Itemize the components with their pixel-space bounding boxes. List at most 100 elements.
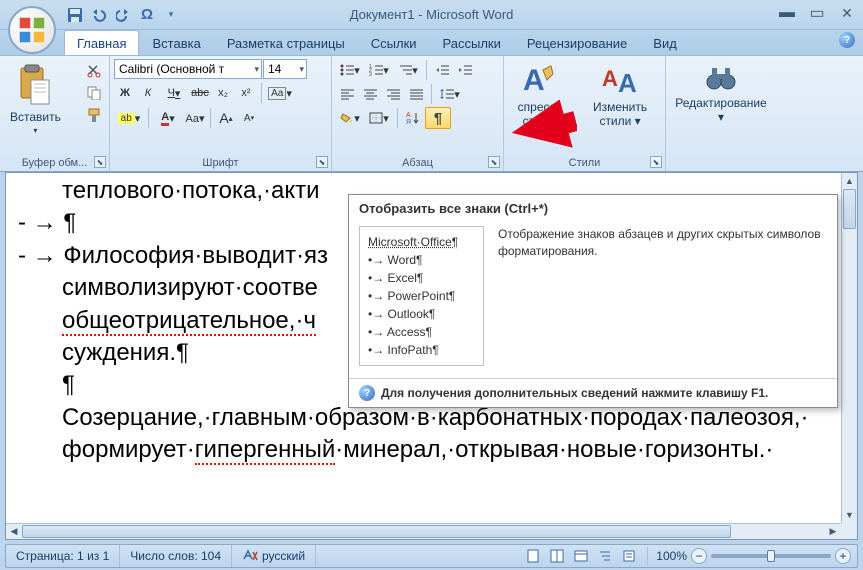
qat-customize[interactable]: ▾ [160,4,182,26]
borders-button[interactable]: ▾ [365,107,393,129]
font-color-button[interactable]: A▾ [153,107,183,129]
shrink-font-button[interactable]: A▾ [238,107,260,129]
tab-references[interactable]: Ссылки [358,30,430,55]
bullets-button[interactable]: ▾ [336,59,364,81]
scissors-icon [87,64,101,78]
font-launcher[interactable]: ⬊ [316,156,328,168]
tab-view[interactable]: Вид [640,30,690,55]
tooltip-description: Отображение знаков абзацев и других скры… [498,226,827,366]
tab-insert[interactable]: Вставка [139,30,213,55]
ribbon-tabs: Главная Вставка Разметка страницы Ссылки… [0,30,863,56]
tab-review[interactable]: Рецензирование [514,30,640,55]
editing-button[interactable]: Редактирование▾ [675,62,766,171]
view-print-layout[interactable] [523,547,543,565]
view-outline[interactable] [595,547,615,565]
view-draft[interactable] [619,547,639,565]
increase-indent-button[interactable] [454,59,476,81]
zoom-in-button[interactable]: + [835,548,851,564]
italic-button[interactable]: К [137,82,159,104]
paragraph-launcher[interactable]: ⬊ [488,156,500,168]
multilevel-icon [398,64,412,76]
styles-launcher[interactable]: ⬊ [650,156,662,168]
numbering-button[interactable]: 123▾ [365,59,393,81]
font-size-combo[interactable]: 14 [263,59,307,79]
multilevel-button[interactable]: ▾ [394,59,422,81]
paragraph-label: Абзац [402,157,433,169]
cut-button[interactable] [83,60,105,82]
inc-indent-icon [458,64,472,76]
undo-button[interactable] [88,4,110,26]
scroll-right-button[interactable]: ▶ [825,524,841,539]
quick-access-toolbar: Ω ▾ [64,4,182,26]
svg-text:A: A [602,66,618,91]
bold-button[interactable]: Ж [114,82,136,104]
highlight-button[interactable]: ab▾ [114,107,144,129]
tab-mailings[interactable]: Рассылки [430,30,514,55]
sort-icon: АЯ [406,111,420,125]
group-font: Calibri (Основной т 14 Ж К Ч▾ abc x₂ x² … [110,56,332,171]
copy-button[interactable] [83,82,105,104]
paste-label: Вставить [10,110,61,124]
change-styles-button[interactable]: AA Изменить стили ▾ [579,62,661,171]
scroll-up-button[interactable]: ▲ [842,173,857,189]
maximize-button[interactable]: ▭ [807,4,827,22]
zoom-slider[interactable] [711,554,831,558]
paste-icon [18,64,52,108]
paste-button[interactable]: Вставить ▾ [6,62,65,137]
view-web-layout[interactable] [571,547,591,565]
sort-button[interactable]: АЯ [402,107,424,129]
underline-button[interactable]: Ч▾ [160,82,188,104]
tooltip-title: Отобразить все знаки (Ctrl+*) [349,195,837,222]
align-right-button[interactable] [382,83,404,105]
status-page[interactable]: Страница: 1 из 1 [6,545,120,567]
brush-icon [87,108,101,122]
ribbon: Вставить ▾ Буфер обм... ⬊ Calibri (Основн… [0,56,863,172]
shading-button[interactable]: ▾ [336,107,364,129]
undo-icon [91,8,107,22]
superscript-button[interactable]: x² [235,82,257,104]
clear-format-button[interactable]: Aa▾ [184,107,206,129]
line-spacing-button[interactable]: ▾ [436,83,464,105]
scroll-thumb-h[interactable] [22,525,731,538]
svg-text:А: А [406,112,411,119]
redo-button[interactable] [112,4,134,26]
view-full-screen[interactable] [547,547,567,565]
tab-home[interactable]: Главная [64,30,139,55]
clipboard-label: Буфер обм... [22,157,88,169]
font-label: Шрифт [202,157,238,169]
svg-text:A: A [618,68,637,98]
status-language[interactable]: русский [232,545,316,567]
strike-button[interactable]: abc [189,82,211,104]
align-justify-button[interactable] [405,83,427,105]
help-button[interactable]: ? [839,32,855,48]
align-center-button[interactable] [359,83,381,105]
align-left-button[interactable] [336,83,358,105]
tab-layout[interactable]: Разметка страницы [214,30,358,55]
office-button[interactable] [8,6,56,54]
grow-font-button[interactable]: A▴ [215,107,237,129]
change-case-button[interactable]: Aa▾ [266,82,294,104]
svg-text:Я: Я [406,119,411,125]
show-formatting-button[interactable]: ¶ [425,107,451,129]
zoom-out-button[interactable]: − [691,548,707,564]
omega-button[interactable]: Ω [136,4,158,26]
scroll-thumb[interactable] [843,189,856,229]
scroll-down-button[interactable]: ▼ [842,507,857,523]
pilcrow-icon: ¶ [434,110,442,127]
scroll-left-button[interactable]: ◀ [6,524,22,539]
clipboard-launcher[interactable]: ⬊ [94,156,106,168]
minimize-button[interactable]: ▬ [777,4,797,22]
vertical-scrollbar[interactable]: ▲ ▼ [841,173,857,523]
change-styles-icon: AA [602,62,638,98]
zoom-level[interactable]: 100% [656,549,687,563]
horizontal-scrollbar[interactable]: ◀ ▶ [6,523,841,539]
font-name-combo[interactable]: Calibri (Основной т [114,59,262,79]
subscript-button[interactable]: x₂ [212,82,234,104]
zoom-thumb[interactable] [767,550,775,562]
redo-icon [116,8,130,22]
status-wordcount[interactable]: Число слов: 104 [120,545,232,567]
format-painter-button[interactable] [83,104,105,126]
close-button[interactable]: ✕ [837,4,857,22]
decrease-indent-button[interactable] [431,59,453,81]
save-button[interactable] [64,4,86,26]
